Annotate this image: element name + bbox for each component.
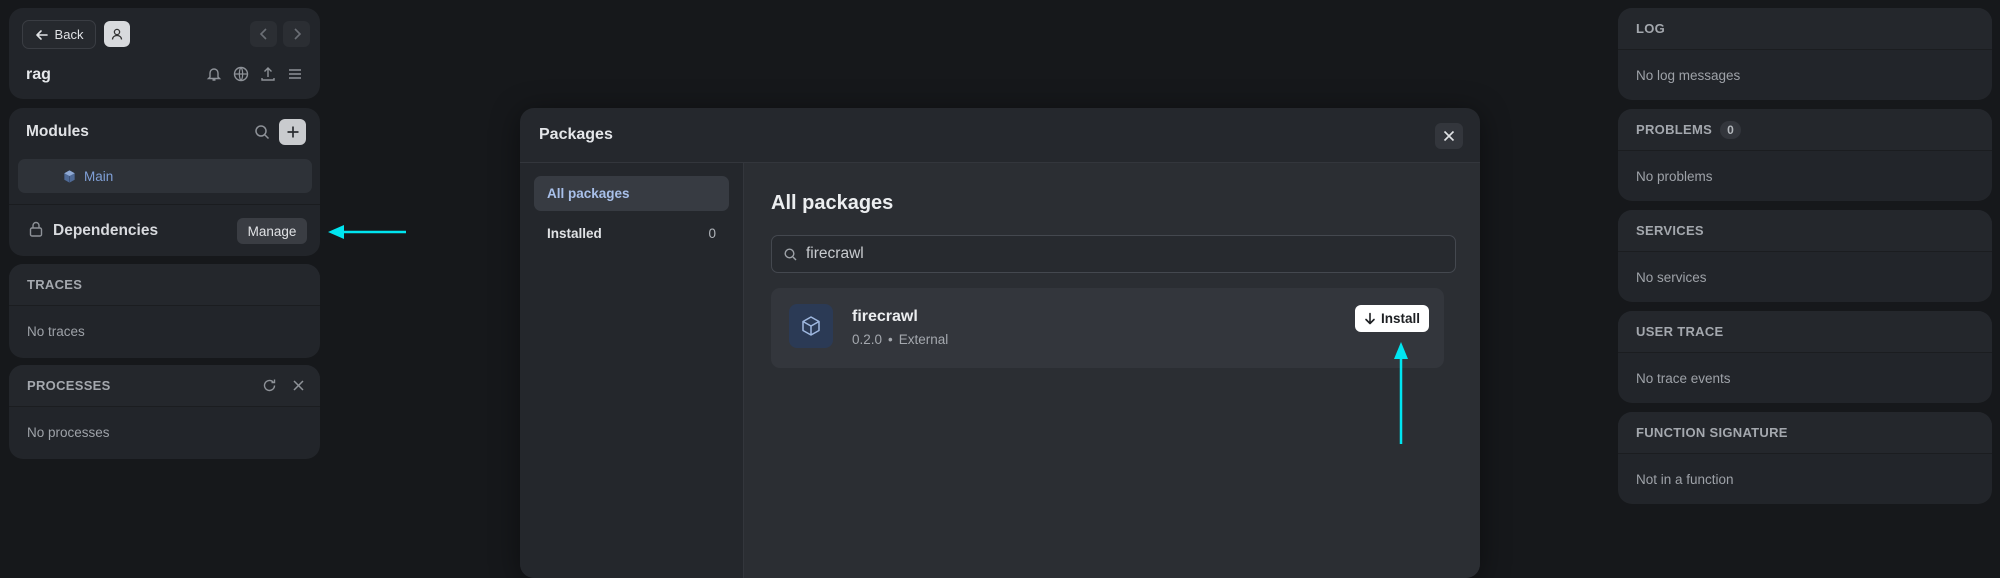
installed-count: 0: [708, 226, 716, 241]
sidebar-item-label: All packages: [547, 186, 630, 201]
user-avatar-button[interactable]: [104, 21, 130, 47]
lock-icon: [28, 220, 44, 238]
history-back-button[interactable]: [250, 21, 277, 47]
package-source: External: [898, 332, 949, 347]
plus-icon: [286, 125, 300, 139]
traces-empty: No traces: [27, 324, 85, 339]
sidebar-item-label: Installed: [547, 226, 602, 241]
log-title: LOG: [1636, 21, 1666, 36]
packages-heading: All packages: [771, 192, 894, 214]
cube-icon: [799, 314, 823, 338]
module-item-main[interactable]: Main: [18, 159, 312, 193]
meta-separator: •: [888, 332, 893, 347]
menu-icon[interactable]: [286, 65, 304, 83]
install-button[interactable]: Install: [1355, 305, 1429, 332]
services-panel: SERVICES No services: [1618, 210, 1992, 302]
log-panel: LOG No log messages: [1618, 8, 1992, 100]
arrow-left-icon: [35, 28, 49, 42]
user-trace-title: USER TRACE: [1636, 324, 1724, 339]
dependencies-label: Dependencies: [53, 222, 159, 239]
package-version: 0.2.0: [852, 332, 883, 347]
modules-title: Modules: [26, 123, 89, 140]
refresh-icon[interactable]: [261, 377, 278, 394]
back-label: Back: [54, 27, 84, 42]
globe-icon[interactable]: [232, 65, 250, 83]
package-name: firecrawl: [852, 308, 918, 325]
modal-title: Packages: [539, 126, 613, 143]
user-icon: [110, 27, 124, 41]
bell-icon[interactable]: [205, 65, 223, 83]
problems-count-badge: 0: [1720, 120, 1742, 139]
back-button[interactable]: Back: [22, 20, 96, 49]
log-empty: No log messages: [1636, 68, 1741, 83]
cube-icon: [62, 169, 77, 184]
upload-icon[interactable]: [259, 65, 277, 83]
chevron-right-icon: [292, 28, 302, 40]
processes-panel: PROCESSES No processes: [9, 365, 320, 459]
services-title: SERVICES: [1636, 223, 1704, 238]
function-signature-header: FUNCTION SIGNATURE: [1618, 412, 1992, 454]
search-icon: [783, 247, 798, 262]
problems-panel: PROBLEMS 0 No problems: [1618, 109, 1992, 201]
package-meta: 0.2.0 • External: [852, 332, 948, 347]
user-trace-header: USER TRACE: [1618, 311, 1992, 353]
function-signature-panel: FUNCTION SIGNATURE Not in a function: [1618, 412, 1992, 504]
package-icon-tile: [789, 304, 833, 348]
user-trace-panel: USER TRACE No trace events: [1618, 311, 1992, 403]
modules-panel: Modules Main Dependencies Manage: [9, 108, 320, 256]
traces-header: TRACES: [9, 264, 320, 306]
function-signature-empty: Not in a function: [1636, 472, 1734, 487]
project-name: rag: [26, 66, 51, 83]
close-icon[interactable]: [290, 377, 307, 394]
annotation-arrow-up: [1394, 342, 1408, 444]
annotation-arrow-left: [328, 225, 406, 239]
traces-title: TRACES: [27, 277, 83, 292]
package-search-field[interactable]: firecrawl: [771, 235, 1456, 273]
packages-sidebar: All packages Installed 0: [520, 163, 744, 578]
user-trace-empty: No trace events: [1636, 371, 1731, 386]
add-module-button[interactable]: [279, 119, 306, 145]
services-header: SERVICES: [1618, 210, 1992, 252]
history-forward-button[interactable]: [283, 21, 310, 47]
search-icon[interactable]: [253, 123, 271, 141]
install-label: Install: [1380, 311, 1420, 326]
project-nav-panel: Back rag: [9, 8, 320, 99]
close-icon: [1442, 129, 1456, 143]
function-signature-title: FUNCTION SIGNATURE: [1636, 425, 1788, 440]
services-empty: No services: [1636, 270, 1707, 285]
problems-title: PROBLEMS: [1636, 122, 1713, 137]
modal-header: Packages: [520, 108, 1480, 163]
processes-empty: No processes: [27, 425, 110, 440]
divider: [9, 204, 320, 205]
problems-empty: No problems: [1636, 169, 1713, 184]
manage-dependencies-button[interactable]: Manage: [237, 218, 307, 244]
packages-main: All packages firecrawl firecrawl 0.2.0 •…: [744, 163, 1480, 578]
module-item-label: Main: [84, 168, 114, 184]
sidebar-item-installed[interactable]: Installed 0: [534, 216, 729, 251]
sidebar-item-all-packages[interactable]: All packages: [534, 176, 729, 211]
processes-header: PROCESSES: [9, 365, 320, 407]
problems-header: PROBLEMS 0: [1618, 109, 1992, 151]
processes-title: PROCESSES: [27, 378, 111, 393]
packages-modal: Packages All packages Installed 0 All pa…: [520, 108, 1480, 578]
package-result-card[interactable]: firecrawl 0.2.0 • External Install: [771, 288, 1444, 368]
project-toolbar: [205, 65, 304, 83]
download-icon: [1364, 312, 1376, 326]
package-search-input[interactable]: firecrawl: [806, 245, 864, 263]
chevron-left-icon: [259, 28, 269, 40]
traces-panel: TRACES No traces: [9, 264, 320, 358]
modal-close-button[interactable]: [1435, 123, 1463, 149]
log-header: LOG: [1618, 8, 1992, 50]
